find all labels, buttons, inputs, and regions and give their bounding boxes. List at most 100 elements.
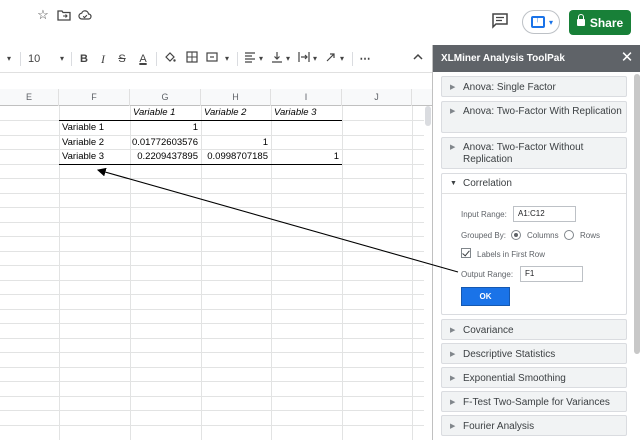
accordion-correlation-header[interactable]: ▼ Correlation [442, 174, 626, 194]
labels-first-row-checkbox[interactable] [461, 248, 471, 258]
italic-icon[interactable]: I [97, 51, 109, 67]
chevron-down-icon[interactable]: ▾ [338, 51, 346, 67]
comments-icon[interactable] [491, 13, 509, 29]
spreadsheet-grid[interactable]: Variable 1 Variable 2 Variable 3 Variabl… [0, 106, 424, 440]
grid-line [0, 396, 424, 397]
toolbar-divider [352, 52, 353, 66]
grid-line [0, 207, 424, 208]
accordion-label: Correlation [463, 178, 512, 189]
accordion-fourier-analysis[interactable]: ▶ Fourier Analysis [441, 415, 627, 436]
cell-g1[interactable]: Variable 1 [130, 106, 201, 120]
top-bar: ☆ ↑ ▾ Share [0, 0, 640, 45]
cell-g3[interactable]: 0.01772603576 [130, 136, 201, 150]
panel-title: XLMiner Analysis ToolPak [433, 45, 640, 72]
text-rotate-icon[interactable] [324, 51, 338, 67]
cell-f1[interactable] [59, 106, 130, 120]
column-header-j[interactable]: J [342, 89, 412, 106]
cell-g2[interactable]: 1 [130, 121, 201, 135]
column-header-h[interactable]: H [201, 89, 271, 106]
cloud-status-icon[interactable] [78, 8, 92, 22]
strikethrough-icon[interactable]: S [116, 51, 128, 67]
accordion-label: F-Test Two-Sample for Variances [463, 397, 610, 408]
chevron-down-icon[interactable]: ▾ [311, 51, 319, 67]
chevron-right-icon: ▶ [450, 351, 456, 358]
text-wrap-icon[interactable] [297, 51, 311, 67]
more-icon[interactable]: ⋯ [358, 51, 372, 67]
cell-f3[interactable]: Variable 2 [59, 136, 130, 150]
cell-i2[interactable] [271, 121, 342, 135]
accordion-label: Descriptive Statistics [463, 349, 556, 360]
chevron-down-icon[interactable]: ▾ [57, 51, 67, 67]
move-to-folder-icon[interactable] [57, 8, 71, 22]
merge-cells-icon[interactable] [205, 51, 219, 67]
scrollbar-thumb[interactable] [425, 106, 431, 126]
output-range-field[interactable]: F1 [520, 266, 583, 282]
align-vertical-icon[interactable] [270, 51, 284, 67]
chevron-down-icon[interactable]: ▾ [4, 51, 14, 67]
column-header-e[interactable]: E [0, 89, 59, 106]
present-button[interactable]: ↑ ▾ [522, 10, 560, 34]
accordion-label: Covariance [463, 325, 514, 336]
column-header-i[interactable]: I [271, 89, 342, 106]
accordion-exponential-smoothing[interactable]: ▶ Exponential Smoothing [441, 367, 627, 388]
chevron-down-icon: ▾ [549, 18, 554, 27]
align-horizontal-icon[interactable] [243, 51, 257, 67]
ok-button[interactable]: OK [461, 287, 510, 306]
share-button[interactable]: Share [569, 10, 631, 35]
chevron-right-icon: ▶ [450, 327, 456, 334]
grid-line [0, 294, 424, 295]
collapse-icon[interactable] [412, 51, 424, 67]
rows-radio[interactable] [564, 230, 574, 240]
rows-radio-label: Rows [580, 231, 601, 240]
toolbar-divider [237, 52, 238, 66]
cell-f4[interactable]: Variable 3 [59, 150, 130, 164]
grid-line [0, 193, 424, 194]
output-range-label: Output Range: [461, 270, 514, 279]
chevron-down-icon[interactable]: ▾ [284, 51, 292, 67]
accordion-covariance[interactable]: ▶ Covariance [441, 319, 627, 340]
chevron-down-icon[interactable]: ▾ [222, 51, 232, 67]
cell-h3[interactable]: 1 [201, 136, 271, 150]
text-color-icon[interactable]: A [137, 51, 149, 67]
cell-h4[interactable]: 0.0998707185 [201, 150, 271, 164]
panel-scrollbar[interactable] [634, 72, 640, 440]
close-icon[interactable]: ✕ [620, 50, 634, 65]
grid-line [0, 352, 424, 353]
grid-line [0, 323, 424, 324]
borders-icon[interactable] [185, 51, 199, 67]
grid-line [0, 338, 424, 339]
grid-line [412, 106, 413, 440]
grid-line [0, 381, 424, 382]
columns-radio[interactable] [511, 230, 521, 240]
cell-f2[interactable]: Variable 1 [59, 121, 130, 135]
cell-i3[interactable] [271, 136, 342, 150]
grid-line [342, 106, 343, 440]
star-icon[interactable]: ☆ [36, 8, 50, 22]
accordion-anova-two-factor-with-replication[interactable]: ▶ Anova: Two-Factor With Replication [441, 101, 627, 133]
column-header-g[interactable]: G [130, 89, 201, 106]
cell-h1[interactable]: Variable 2 [201, 106, 271, 120]
accordion-anova-single-factor[interactable]: ▶ Anova: Single Factor [441, 76, 627, 97]
column-header-f[interactable]: F [59, 89, 130, 106]
accordion-correlation: ▼ Correlation Input Range: A1:C12 Groupe… [441, 173, 627, 315]
accordion-anova-two-factor-without-replication[interactable]: ▶ Anova: Two-Factor Without Replication [441, 137, 627, 169]
share-label: Share [589, 15, 624, 30]
cell-i1[interactable]: Variable 3 [271, 106, 342, 120]
accordion-f-test-two-sample[interactable]: ▶ F-Test Two-Sample for Variances [441, 391, 627, 412]
scrollbar-thumb[interactable] [634, 74, 640, 354]
chevron-down-icon[interactable]: ▾ [257, 51, 265, 67]
accordion-descriptive-statistics[interactable]: ▶ Descriptive Statistics [441, 343, 627, 364]
grid-line [0, 265, 424, 266]
toolbar-divider [156, 52, 157, 66]
chevron-right-icon: ▶ [450, 108, 456, 115]
bold-icon[interactable]: B [78, 51, 90, 67]
cell-h2[interactable] [201, 121, 271, 135]
font-size-select[interactable]: 10 [28, 51, 46, 67]
input-range-field[interactable]: A1:C12 [513, 206, 576, 222]
cell-i4[interactable]: 1 [271, 150, 342, 164]
accordion-label: Fourier Analysis [463, 421, 535, 432]
fill-color-icon[interactable] [163, 51, 177, 67]
cell-g4[interactable]: 0.2209437895 [130, 150, 201, 164]
sheet-vertical-scrollbar[interactable] [424, 106, 432, 440]
accordion-label: Anova: Two-Factor With Replication [463, 106, 622, 117]
